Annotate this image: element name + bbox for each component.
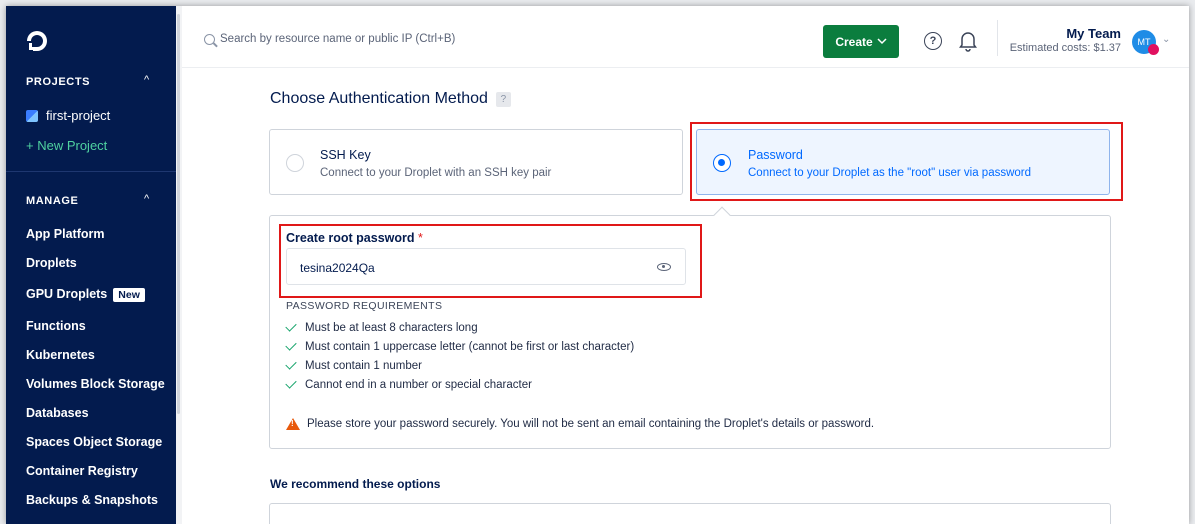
sidebar-item-kubernetes[interactable]: Kubernetes (26, 348, 95, 362)
sidebar-item-volumes[interactable]: Volumes Block Storage (26, 377, 165, 391)
sidebar: PROJECTS ^ first-project + New Project M… (6, 6, 176, 524)
create-label: Create (835, 34, 873, 49)
chevron-down-icon (877, 38, 887, 45)
new-project-link[interactable]: + New Project (26, 138, 107, 153)
requirement-item: Must contain 1 number (285, 358, 422, 372)
help-tooltip-icon[interactable]: ? (495, 91, 511, 107)
sidebar-divider (6, 171, 176, 172)
sidebar-item-app-platform[interactable]: App Platform (26, 227, 104, 241)
bell-icon[interactable] (958, 30, 978, 52)
recommend-heading: We recommend these options (270, 477, 441, 491)
sidebar-item-container-registry[interactable]: Container Registry (26, 464, 138, 478)
sidebar-item-backups[interactable]: Backups & Snapshots (26, 493, 158, 507)
requirement-text: Must contain 1 uppercase letter (cannot … (305, 341, 635, 353)
ssh-key-radio[interactable] (286, 154, 304, 172)
sidebar-item-functions[interactable]: Functions (26, 319, 86, 333)
manage-heading: MANAGE (26, 195, 79, 207)
create-button[interactable]: Create (823, 25, 899, 58)
check-icon (285, 320, 297, 332)
estimated-costs: Estimated costs: $1.37 (1009, 42, 1121, 54)
page-title: Choose Authentication Method ? (270, 90, 511, 108)
projects-collapse-icon[interactable]: ^ (144, 74, 149, 86)
highlight-box-password-field (279, 224, 702, 298)
check-icon (285, 339, 297, 351)
digitalocean-logo-icon[interactable] (24, 28, 50, 54)
projects-heading: PROJECTS (26, 76, 91, 88)
sidebar-item-label: GPU Droplets (26, 287, 108, 301)
highlight-box-password-option (690, 122, 1123, 201)
team-name[interactable]: My Team (1066, 26, 1121, 41)
help-icon[interactable]: ? (924, 32, 942, 50)
search-icon (204, 34, 215, 45)
requirement-item: Must be at least 8 characters long (285, 320, 478, 334)
new-badge: New (113, 288, 145, 302)
requirement-text: Cannot end in a number or special charac… (305, 379, 532, 391)
top-divider (997, 20, 998, 56)
ssh-key-title: SSH Key (320, 148, 371, 162)
ssh-key-description: Connect to your Droplet with an SSH key … (320, 167, 552, 179)
avatar-status-icon (1148, 44, 1159, 55)
ssh-key-option[interactable]: SSH Key Connect to your Droplet with an … (269, 129, 683, 195)
check-icon (285, 358, 297, 370)
recommended-options-card (269, 503, 1111, 524)
check-icon (285, 377, 297, 389)
sidebar-item-spaces[interactable]: Spaces Object Storage (26, 435, 162, 449)
requirement-text: Must contain 1 number (305, 360, 422, 372)
search-input[interactable]: Search by resource name or public IP (Ct… (220, 33, 455, 45)
top-bar: Search by resource name or public IP (Ct… (182, 6, 1189, 68)
requirement-text: Must be at least 8 characters long (305, 322, 478, 334)
sidebar-item-gpu-droplets[interactable]: GPU Droplets New (26, 287, 145, 302)
requirements-heading: PASSWORD REQUIREMENTS (286, 300, 443, 312)
requirement-item: Must contain 1 uppercase letter (cannot … (285, 339, 635, 353)
project-label: first-project (46, 108, 111, 123)
requirement-item: Cannot end in a number or special charac… (285, 377, 532, 391)
account-chevron-icon[interactable]: ⌄ (1162, 34, 1170, 45)
sidebar-item-droplets[interactable]: Droplets (26, 256, 77, 270)
sidebar-scroll-thumb[interactable] (177, 14, 180, 414)
page-title-text: Choose Authentication Method (270, 90, 488, 107)
sidebar-item-first-project[interactable]: first-project (26, 108, 110, 123)
warning-icon (286, 418, 300, 430)
app-window: PROJECTS ^ first-project + New Project M… (6, 6, 1189, 524)
warning-text: Please store your password securely. You… (307, 418, 875, 430)
project-icon (26, 109, 38, 122)
password-warning: Please store your password securely. You… (286, 418, 874, 430)
manage-collapse-icon[interactable]: ^ (144, 193, 149, 205)
sidebar-item-databases[interactable]: Databases (26, 406, 89, 420)
